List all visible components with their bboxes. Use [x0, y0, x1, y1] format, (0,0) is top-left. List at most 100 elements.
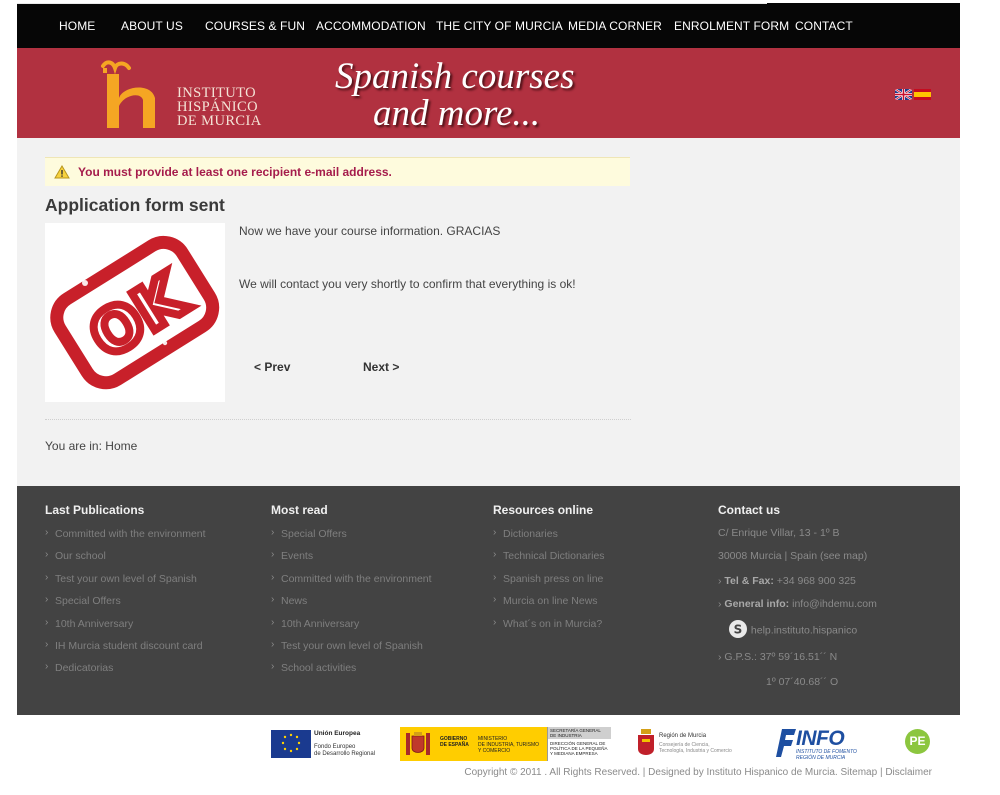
secretaria-box: SECRETARÍA GENERAL DE INDUSTRIA DIRECCIÓ…	[547, 727, 611, 761]
spanish-flag-icon[interactable]	[914, 87, 931, 100]
ministry-logo[interactable]: GOBIERNO DE ESPAÑA MINISTERIO DE INDUSTR…	[400, 727, 611, 761]
ok-stamp-image: OK	[45, 223, 225, 402]
footer-col-contact: Contact us C/ Enrique Villar, 13 - 1º B …	[718, 503, 938, 703]
warning-icon	[54, 165, 70, 179]
logo-line-1: INSTITUTO	[177, 85, 257, 101]
logo-line-3: DE MURCIA	[177, 113, 262, 129]
logo-line-2: HISPÁNICO	[177, 99, 258, 115]
slogan-line-2: and more...	[373, 93, 541, 134]
page-wrapper: HOME ABOUT US COURSES & FUN ACCOMMODATIO…	[17, 0, 960, 795]
footer-link[interactable]: Test your own level of Spanish	[271, 638, 432, 661]
skype-icon: S	[728, 619, 748, 642]
footer-link[interactable]: Dedicatorias	[45, 660, 206, 683]
footer-list: Committed with the environment Our schoo…	[45, 526, 206, 684]
footer-link[interactable]: Committed with the environment	[45, 526, 206, 549]
footer-col-title: Last Publications	[45, 503, 145, 517]
warning-text: You must provide at least one recipient …	[78, 165, 392, 179]
disclaimer-link[interactable]: Disclaimer	[885, 767, 932, 778]
nav-media-corner[interactable]: MEDIA CORNER	[568, 3, 662, 48]
content-divider	[45, 419, 631, 420]
institute-logo-icon[interactable]	[99, 58, 169, 130]
contact-email[interactable]: info@ihdemu.com	[792, 598, 877, 610]
region-murcia-logo[interactable]: Región de Murcia Consejería de Ciencia, …	[637, 727, 747, 761]
footer-col-last-publications: Last Publications Committed with the env…	[45, 503, 206, 675]
region-sub2: Tecnología, Industria y Comercio	[659, 748, 732, 754]
banner-slogan: Spanish courses and more...	[335, 58, 574, 132]
contact-info: › General info: info@ihdemu.com	[718, 598, 877, 610]
copyright-bar: Copyright © 2011 . All Rights Reserved. …	[464, 767, 932, 778]
footer-link[interactable]: News	[271, 593, 432, 616]
footer-link[interactable]: 10th Anniversary	[271, 616, 432, 639]
nav-contact[interactable]: CONTACT	[795, 3, 853, 48]
footer-col-title: Contact us	[718, 503, 781, 517]
eu-title: Unión Europea	[314, 730, 361, 737]
breadcrumb-home[interactable]: Home	[105, 439, 137, 453]
english-flag-icon[interactable]	[894, 87, 913, 101]
svg-text:S: S	[734, 623, 743, 637]
footer-sponsors: Unión Europea Fondo Europeo de Desarroll…	[17, 715, 960, 795]
ministerio-line-3: Y COMERCIO	[478, 748, 511, 754]
footer-link[interactable]: School activities	[271, 660, 432, 683]
slogan-line-1: Spanish courses	[335, 56, 575, 97]
contact-tel-value: +34 968 900 325	[776, 575, 856, 587]
footer-link[interactable]: What´s on in Murcia?	[493, 616, 605, 639]
pe-badge-icon[interactable]: PE	[905, 729, 930, 754]
footer-link[interactable]: 10th Anniversary	[45, 616, 206, 639]
nav-about-us[interactable]: ABOUT US	[121, 3, 183, 48]
footer-link[interactable]: IH Murcia student discount card	[45, 638, 206, 661]
breadcrumb: You are in: Home	[45, 439, 137, 453]
info-sub2: REGIÓN DE MURCIA	[796, 755, 846, 761]
footer-link[interactable]: Technical Dictionaries	[493, 548, 605, 571]
prev-link[interactable]: < Prev	[254, 360, 290, 374]
nav-accommodation[interactable]: ACCOMMODATION	[316, 3, 426, 48]
direccion-text: DIRECCIÓN GENERAL DE POLÍTICA DE LA PEQU…	[548, 739, 611, 758]
eu-fund-logo[interactable]: Unión Europea Fondo Europeo de Desarroll…	[271, 730, 383, 760]
footer-link[interactable]: Test your own level of Spanish	[45, 571, 206, 594]
nav-courses-fun[interactable]: COURSES & FUN	[205, 3, 305, 48]
footer-list: Special Offers Events Committed with the…	[271, 526, 432, 684]
contact-tel-label: Tel & Fax:	[724, 575, 774, 587]
breadcrumb-prefix: You are in:	[45, 439, 102, 453]
footer-links: Last Publications Committed with the env…	[17, 486, 960, 715]
nav-enrolment-form[interactable]: ENROLMENT FORM	[674, 3, 789, 48]
footer-col-resources-online: Resources online Dictionaries Technical …	[493, 503, 605, 630]
footer-link[interactable]: Dictionaries	[493, 526, 605, 549]
main-content: You must provide at least one recipient …	[17, 138, 960, 486]
gobierno-line-2: DE ESPAÑA	[440, 742, 469, 748]
secretaria-header: SECRETARÍA GENERAL DE INDUSTRIA	[548, 727, 611, 739]
footer-link[interactable]: Events	[271, 548, 432, 571]
contact-address-1: C/ Enrique Villar, 13 - 1º B	[718, 527, 840, 539]
spain-crest-icon	[403, 730, 433, 758]
region-crest-icon	[638, 729, 654, 755]
nav-home[interactable]: HOME	[59, 3, 95, 48]
contact-skype[interactable]: S help.instituto.hispanico	[718, 619, 857, 642]
direccion-line-3: Y MEDIANA EMPRESA	[550, 751, 598, 756]
contact-address-2[interactable]: 30008 Murcia | Spain (see map)	[718, 550, 867, 562]
institute-logo-text: INSTITUTO HISPÁNICO DE MURCIA	[177, 85, 262, 129]
next-link[interactable]: Next >	[363, 360, 399, 374]
footer-link[interactable]: Spanish press on line	[493, 571, 605, 594]
gobierno-text: GOBIERNO DE ESPAÑA	[440, 736, 469, 748]
contact-gps-lon: 1º 07´40.68´´ O	[766, 676, 839, 688]
info-institute-logo[interactable]: INFO INSTITUTO DE FOMENTO REGIÓN DE MURC…	[772, 727, 882, 761]
footer-link[interactable]: Our school	[45, 548, 206, 571]
eu-flag-icon	[271, 730, 311, 758]
footer-link[interactable]: Special Offers	[271, 526, 432, 549]
footer-col-title: Resources online	[493, 503, 594, 517]
info-mark-icon	[776, 729, 796, 757]
sitemap-link[interactable]: Sitemap	[840, 767, 877, 778]
main-nav: HOME ABOUT US COURSES & FUN ACCOMMODATIO…	[17, 3, 960, 48]
footer-col-most-read: Most read Special Offers Events Committe…	[271, 503, 432, 675]
contact-tel: › Tel & Fax: +34 968 900 325	[718, 575, 856, 587]
footer-list: Dictionaries Technical Dictionaries Span…	[493, 526, 605, 639]
header-banner: INSTITUTO HISPÁNICO DE MURCIA Spanish co…	[17, 48, 960, 138]
footer-link[interactable]: Murcia on line News	[493, 593, 605, 616]
designed-by-link[interactable]: Designed by Instituto Hispanico de Murci…	[648, 767, 838, 778]
copyright-text: Copyright © 2011 . All Rights Reserved. …	[464, 767, 646, 778]
gps-lat-text: G.P.S.: 37º 59´16.51´´ N	[724, 651, 838, 663]
secretaria-line-2: DE INDUSTRIA	[550, 733, 582, 738]
footer-link[interactable]: Committed with the environment	[271, 571, 432, 594]
nav-city-of-murcia[interactable]: THE CITY OF MURCIA	[436, 3, 563, 48]
info-logo-text: INFO	[796, 727, 845, 750]
footer-link[interactable]: Special Offers	[45, 593, 206, 616]
